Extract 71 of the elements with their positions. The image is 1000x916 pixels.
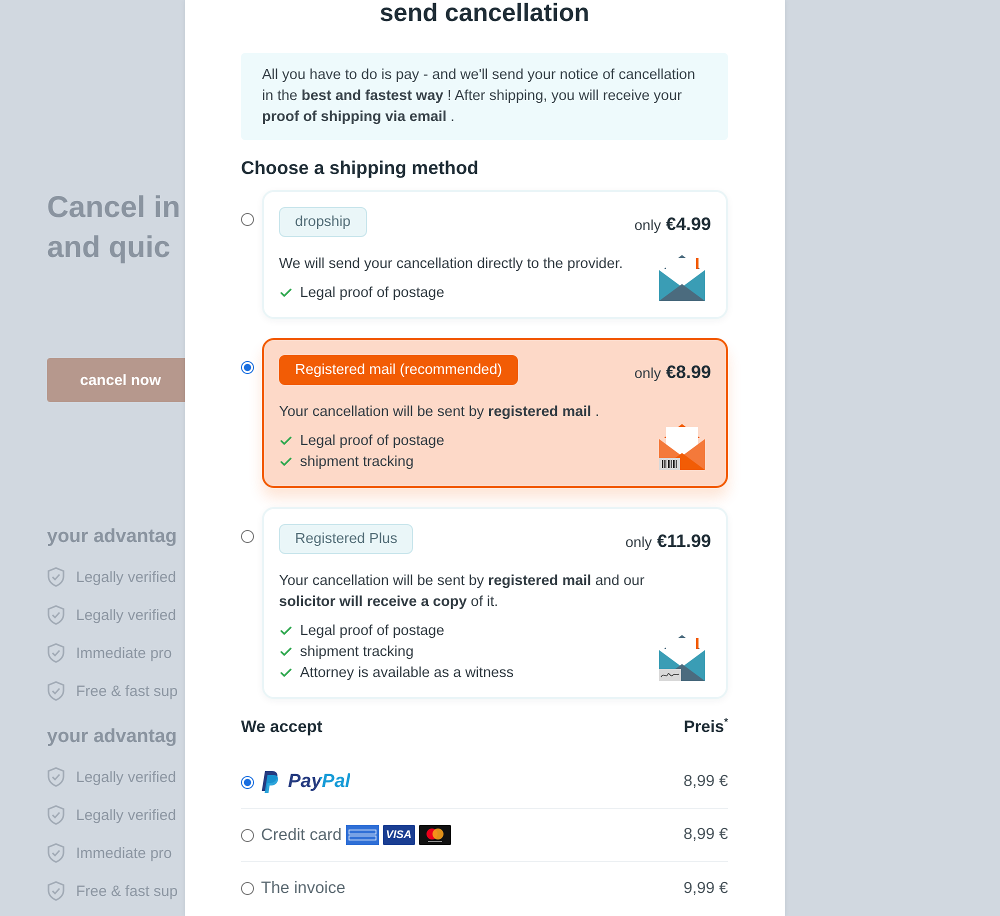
price-text: 8,99 € (684, 773, 728, 791)
payment-label: Credit card (261, 826, 342, 844)
option-tag: Registered Plus (279, 524, 414, 554)
payment-label: PayPal (288, 771, 350, 793)
info-notice: All you have to do is pay - and we'll send your notice of cancellation in the best and fastest way ! After shipping, you will receive your proof of shipping via email . (241, 53, 728, 140)
check-icon (279, 454, 293, 468)
section-heading: your advantag (47, 525, 177, 549)
page-heading: and quic (47, 230, 170, 266)
price-text: 8,99 € (684, 826, 728, 844)
barcode-envelope-icon (659, 424, 705, 470)
shield-check-icon (47, 843, 65, 863)
shield-check-icon (47, 881, 65, 901)
price-amount: €11.99 (656, 530, 711, 552)
option-description: We will send your cancellation directly to the provider. (279, 255, 624, 274)
advantage-text: Immediate pro (76, 844, 172, 862)
advantage-text: Free & fast sup (76, 882, 178, 900)
advantage-text: Legally verified (76, 768, 176, 786)
price-amount: €4.99 (666, 214, 711, 234)
feature-text: shipment tracking (300, 644, 414, 660)
shield-check-icon (47, 605, 65, 625)
envelope-icon (659, 255, 705, 301)
price-text: 9,99 € (684, 880, 728, 898)
shield-check-icon (47, 805, 65, 825)
shipping-option-card[interactable]: Registered mail (recommended) only €8.99 Your cancellation will be sent by registered mail . Legal proof of postage shipment tracking (262, 338, 728, 488)
radio-button[interactable] (241, 213, 254, 226)
option-tag: Registered mail (recommended) (279, 355, 518, 385)
shipping-option-card[interactable]: Registered Plus only €11.99 Your cancellation will be sent by registered mail and our solicitor will receive a copy of it. Legal proof of postage shipment tracking Attorney is available as a witness (262, 507, 728, 699)
overlapping-circles-icon (418, 825, 451, 845)
feature-text: Legal proof of postage (300, 622, 444, 638)
column-heading: Preis$^{*}$ (684, 717, 728, 737)
check-icon (279, 666, 293, 680)
option-description: Your cancellation will be sent by registered mail . (279, 403, 600, 422)
payment-label: The invoice (261, 879, 346, 898)
price-prefix: only (634, 218, 661, 234)
radio-button[interactable] (241, 882, 254, 895)
advantage-text: Legally verified (76, 606, 176, 624)
feature-text: Legal proof of postage (300, 284, 444, 300)
radio-button[interactable] (241, 828, 254, 842)
section-heading: your advantag (47, 725, 177, 749)
price-prefix: only (634, 366, 661, 382)
shipping-option-card[interactable]: dropship only €4.99 We will send your cancellation directly to the provider. Legal proof of postage (262, 190, 728, 319)
advantage-text: Immediate pro (76, 644, 172, 662)
feature-text: Attorney is available as a witness (300, 664, 514, 680)
advantage-text: Legally verified (76, 806, 176, 824)
advantage-text: Legally verified (76, 568, 176, 586)
shield-check-icon (47, 567, 65, 587)
feature-text: shipment tracking (300, 454, 414, 470)
price-amount: €8.99 (666, 362, 711, 382)
dialog-title: send cancellation (378, 0, 590, 26)
price-prefix: only (625, 534, 652, 550)
shield-check-icon (47, 681, 65, 701)
section-heading: Choose a shipping method (241, 156, 480, 180)
shield-check-icon (47, 643, 65, 663)
advantage-text: Free & fast sup (76, 682, 178, 700)
check-icon (279, 286, 293, 300)
option-description: Your cancellation will be sent by registered mail and our solicitor will receive a copy of it. (279, 572, 646, 612)
check-icon (279, 644, 293, 658)
check-icon (279, 624, 293, 638)
card-logo: VISA (382, 825, 415, 845)
shield-check-icon (47, 767, 65, 787)
section-heading: We accept (241, 717, 322, 737)
page-heading: Cancel in (47, 190, 180, 226)
radio-button[interactable] (241, 361, 254, 374)
check-icon (279, 434, 293, 448)
option-tag: dropship (279, 207, 367, 237)
feature-text: Legal proof of postage (300, 432, 444, 448)
card-logo-icon (346, 825, 379, 845)
radio-button[interactable] (241, 530, 254, 543)
signed-envelope-icon (659, 635, 705, 681)
radio-button[interactable] (241, 776, 254, 788)
p-logo-icon (261, 771, 279, 793)
